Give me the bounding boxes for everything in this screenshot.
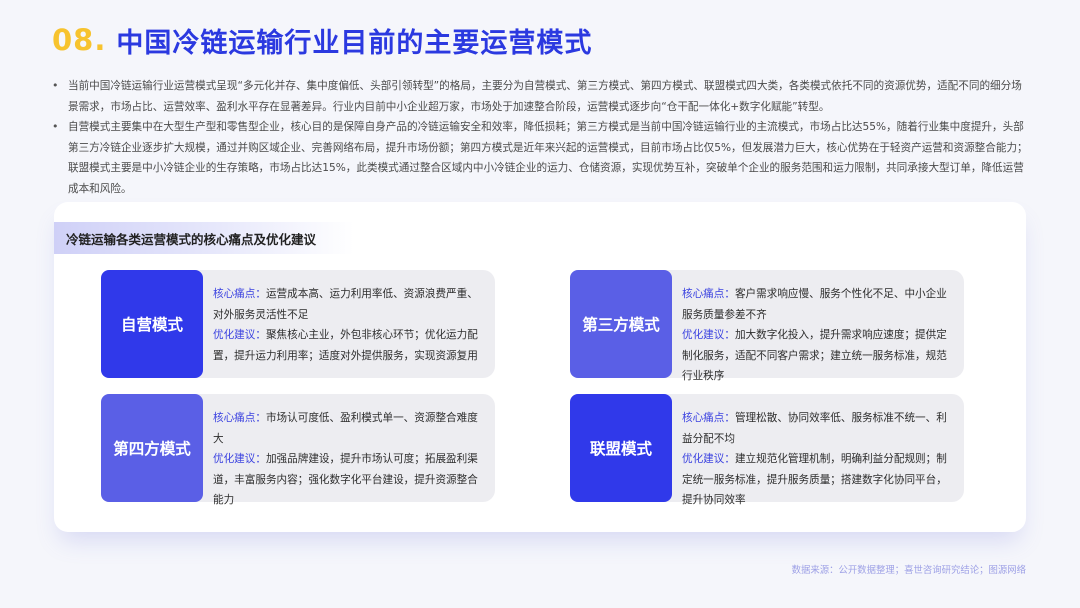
summary-bullet-2: 自营模式主要集中在大型生产型和零售型企业，核心目的是保障自身产品的冷链运输安全和… bbox=[50, 117, 1030, 199]
panel-header: 冷链运输各类运营模式的核心痛点及优化建议 bbox=[54, 222, 354, 254]
mode-label: 联盟模式 bbox=[570, 394, 672, 502]
mode-label: 自营模式 bbox=[101, 270, 203, 378]
data-source-note: 数据来源：公开数据整理；喜世咨询研究结论；图源网络 bbox=[791, 565, 1026, 576]
section-number: 08. bbox=[52, 23, 107, 57]
mode-label: 第三方模式 bbox=[570, 270, 672, 378]
card-third-party: 第三方模式 核心痛点：客户需求响应慢、服务个性化不足、中小企业服务质量参差不齐 … bbox=[570, 270, 964, 382]
card-fourth-party: 第四方模式 核心痛点：市场认可度低、盈利模式单一、资源整合难度大 优化建议：加强… bbox=[101, 394, 495, 506]
pain-points-panel: 冷链运输各类运营模式的核心痛点及优化建议 自营模式 核心痛点：运营成本高、运力利… bbox=[54, 202, 1026, 532]
card-self-operated: 自营模式 核心痛点：运营成本高、运力利用率低、资源浪费严重、对外服务灵活性不足 … bbox=[101, 270, 495, 378]
pain-label: 核心痛点： bbox=[213, 412, 266, 424]
advice-label: 优化建议： bbox=[213, 453, 266, 465]
page-title: 08. 中国冷链运输行业目前的主要运营模式 bbox=[52, 20, 592, 60]
mode-description: 核心痛点：管理松散、协同效率低、服务标准不统一、利益分配不均 优化建议：建立规范… bbox=[666, 394, 964, 506]
card-alliance: 联盟模式 核心痛点：管理松散、协同效率低、服务标准不统一、利益分配不均 优化建议… bbox=[570, 394, 964, 506]
pain-label: 核心痛点： bbox=[213, 288, 266, 300]
summary-list: 当前中国冷链运输行业运营模式呈现“多元化并存、集中度偏低、头部引领转型”的格局，… bbox=[50, 76, 1030, 199]
mode-description: 核心痛点：运营成本高、运力利用率低、资源浪费严重、对外服务灵活性不足 优化建议：… bbox=[197, 270, 495, 378]
mode-description: 核心痛点：市场认可度低、盈利模式单一、资源整合难度大 优化建议：加强品牌建设，提… bbox=[197, 394, 495, 506]
pain-label: 核心痛点： bbox=[682, 288, 735, 300]
advice-label: 优化建议： bbox=[682, 453, 735, 465]
mode-description: 核心痛点：客户需求响应慢、服务个性化不足、中小企业服务质量参差不齐 优化建议：加… bbox=[666, 270, 964, 382]
summary-bullet-1: 当前中国冷链运输行业运营模式呈现“多元化并存、集中度偏低、头部引领转型”的格局，… bbox=[50, 76, 1030, 117]
pain-label: 核心痛点： bbox=[682, 412, 735, 424]
advice-label: 优化建议： bbox=[682, 329, 735, 341]
title-text: 中国冷链运输行业目前的主要运营模式 bbox=[116, 27, 593, 59]
mode-label: 第四方模式 bbox=[101, 394, 203, 502]
advice-label: 优化建议： bbox=[213, 329, 266, 341]
